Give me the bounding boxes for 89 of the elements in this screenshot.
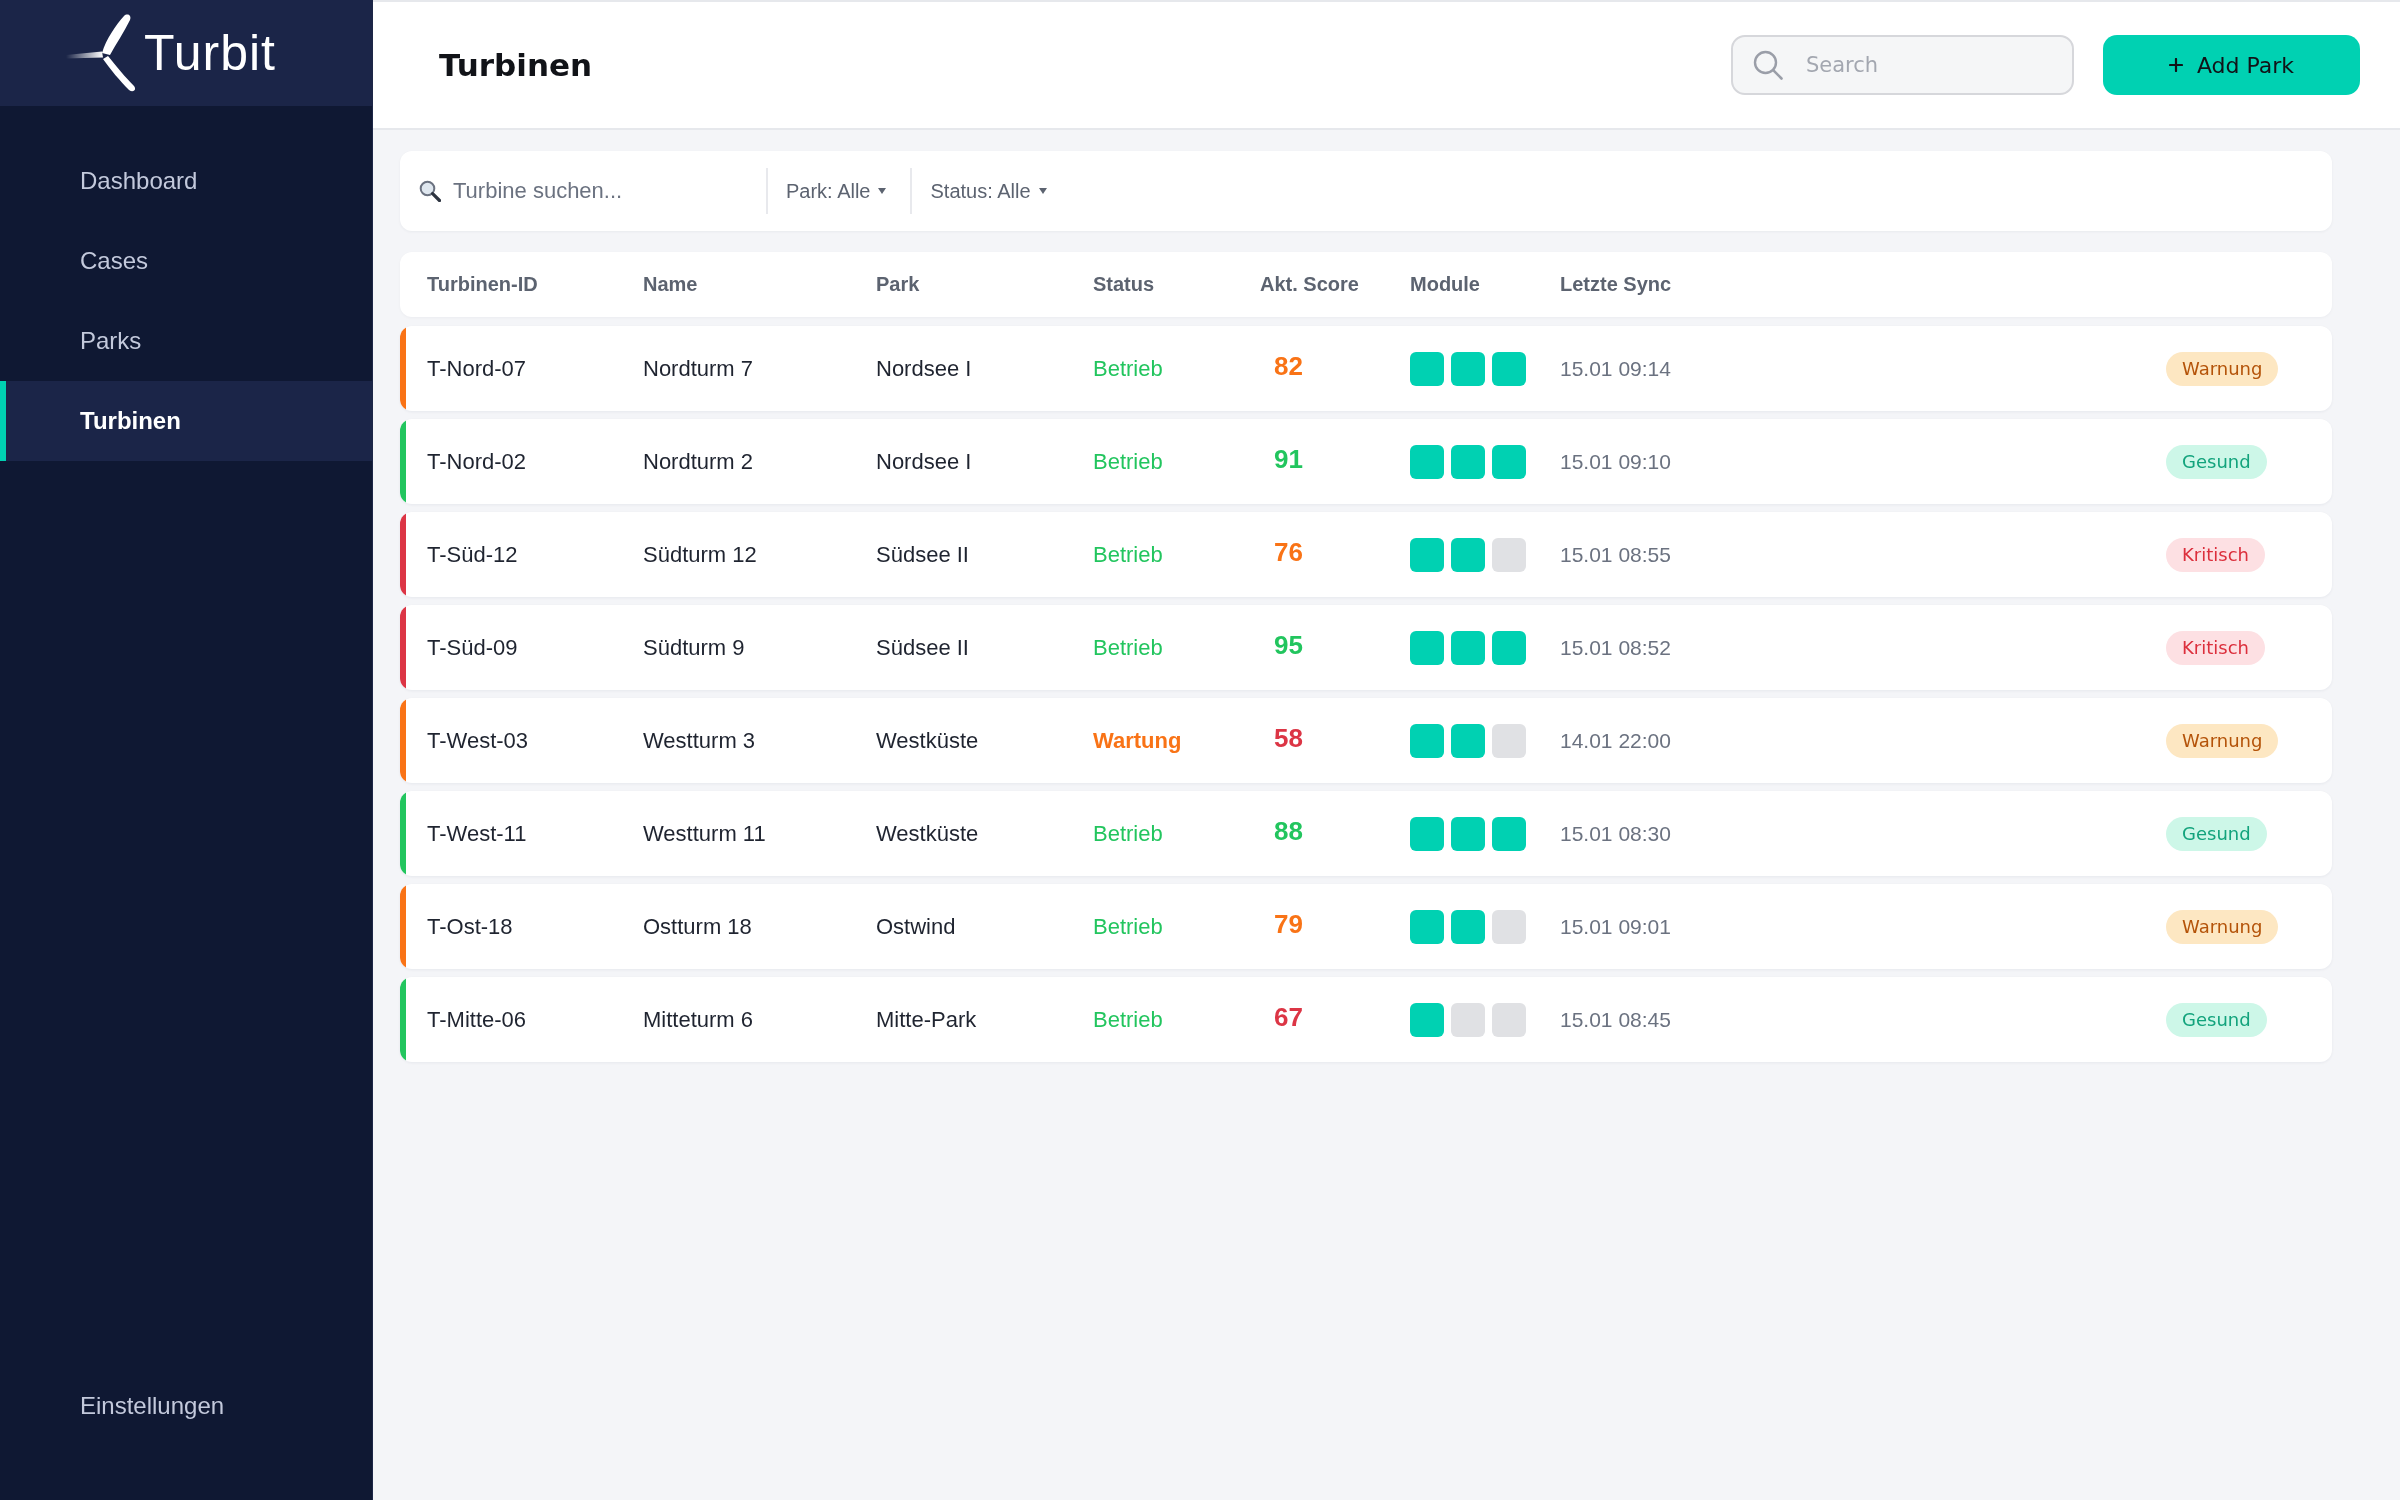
- filter-dropdown[interactable]: Park: Alle: [768, 151, 911, 231]
- nav-item[interactable]: Dashboard: [0, 141, 372, 221]
- column-header: Module: [1410, 273, 1480, 296]
- table-row[interactable]: T-Nord-07 Nordturm 7 Nordsee I Betrieb 82 15.01 09:14 Warnung: [400, 326, 2332, 411]
- column-header: Letzte Sync: [1560, 273, 1672, 296]
- status-text: Betrieb: [1093, 820, 1163, 847]
- health-badge: Warnung: [2166, 351, 2279, 386]
- table-cell: Mitteturm 6: [643, 1006, 754, 1033]
- column-header: Status: [1093, 273, 1155, 296]
- table-cell: Ostturm 18: [643, 913, 752, 940]
- table-row[interactable]: T-West-11 Westturm 11 Westküste Betrieb 88 15.01 08:30 Gesund: [400, 791, 2332, 876]
- health-badge: Warnung: [2166, 909, 2279, 944]
- status-text: Betrieb: [1093, 634, 1163, 661]
- search-icon: [1753, 50, 1783, 80]
- table-cell: 15.01 08:45: [1560, 1007, 1671, 1032]
- table-cell: T-Nord-02: [427, 448, 527, 475]
- table-cell: Südturm 12: [643, 541, 757, 568]
- table-cell: T-Nord-07: [427, 355, 527, 382]
- table-cell: Westturm 3: [643, 727, 756, 754]
- table-cell: Mitte-Park: [876, 1006, 977, 1033]
- score-value: 82: [1274, 351, 1303, 382]
- health-badge: Gesund: [2166, 816, 2267, 851]
- nav-item[interactable]: Einstellungen: [0, 1366, 372, 1446]
- nav-item[interactable]: Turbinen: [0, 381, 372, 461]
- table-cell: Westturm 11: [643, 820, 766, 847]
- search-field[interactable]: Search: [1731, 35, 2074, 95]
- score-value: 91: [1274, 444, 1303, 475]
- score-value: 67: [1274, 1002, 1303, 1033]
- status-text: Betrieb: [1093, 448, 1163, 475]
- table-cell: 15.01 09:14: [1560, 356, 1671, 381]
- column-header: Akt. Score: [1260, 273, 1359, 296]
- table-cell: Nordsee I: [876, 355, 972, 382]
- add-park-button[interactable]: Add Park: [2103, 35, 2360, 95]
- table-cell: Westküste: [876, 820, 979, 847]
- table-row[interactable]: T-West-03 Westturm 3 Westküste Wartung 58 14.01 22:00 Warnung: [400, 698, 2332, 783]
- caret-icon: [878, 188, 887, 194]
- table-cell: Südsee II: [876, 634, 969, 661]
- table-row[interactable]: T-Süd-09 Südturm 9 Südsee II Betrieb 95 15.01 08:52 Kritisch: [400, 605, 2332, 690]
- search-field[interactable]: Turbine suchen...: [400, 151, 766, 231]
- health-badge: Kritisch: [2166, 537, 2265, 572]
- status-text: Betrieb: [1093, 1006, 1163, 1033]
- status-text: Betrieb: [1093, 541, 1163, 568]
- nav-item[interactable]: Cases: [0, 221, 372, 301]
- table-cell: Westküste: [876, 727, 979, 754]
- plus-icon: [2168, 58, 2183, 72]
- filter-dropdown[interactable]: Status: Alle: [912, 151, 1071, 231]
- table-cell: Nordturm 2: [643, 448, 754, 475]
- column-header: Park: [876, 273, 920, 296]
- health-badge: Gesund: [2166, 444, 2267, 479]
- health-badge: Kritisch: [2166, 630, 2265, 665]
- table-cell: Südsee II: [876, 541, 969, 568]
- table-cell: 15.01 09:01: [1560, 914, 1671, 939]
- table-cell: T-West-11: [427, 820, 527, 847]
- table-cell: 15.01 08:55: [1560, 542, 1671, 567]
- table-cell: Südturm 9: [643, 634, 745, 661]
- table-row[interactable]: T-Nord-02 Nordturm 2 Nordsee I Betrieb 91 15.01 09:10 Gesund: [400, 419, 2332, 504]
- status-text: Wartung: [1093, 727, 1182, 754]
- score-value: 95: [1274, 630, 1303, 661]
- score-value: 76: [1274, 537, 1303, 568]
- table-cell: Ostwind: [876, 913, 956, 940]
- column-header: Name: [643, 273, 698, 296]
- table-cell: Nordturm 7: [643, 355, 754, 382]
- status-text: Betrieb: [1093, 913, 1163, 940]
- score-value: 88: [1274, 816, 1303, 847]
- table-cell: 15.01 08:52: [1560, 635, 1671, 660]
- score-value: 58: [1274, 723, 1303, 754]
- table-cell: T-West-03: [427, 727, 529, 754]
- logo-text: Turbit: [144, 28, 276, 78]
- caret-icon: [1038, 188, 1047, 194]
- nav-item[interactable]: Parks: [0, 301, 372, 381]
- score-value: 79: [1274, 909, 1303, 940]
- status-text: Betrieb: [1093, 355, 1163, 382]
- table-cell: T-Süd-12: [427, 541, 518, 568]
- page-title: Turbinen: [439, 47, 593, 83]
- wind-turbine-icon: [66, 13, 138, 93]
- health-badge: Gesund: [2166, 1002, 2267, 1037]
- table-cell: T-Süd-09: [427, 634, 518, 661]
- table-cell: 15.01 09:10: [1560, 449, 1671, 474]
- health-badge: Warnung: [2166, 723, 2279, 758]
- table-cell: T-Mitte-06: [427, 1006, 527, 1033]
- search-icon: [419, 180, 441, 202]
- table-row[interactable]: T-Ost-18 Ostturm 18 Ostwind Betrieb 79 15.01 09:01 Warnung: [400, 884, 2332, 969]
- table-cell: 15.01 08:30: [1560, 821, 1671, 846]
- table-row[interactable]: T-Süd-12 Südturm 12 Südsee II Betrieb 76 15.01 08:55 Kritisch: [400, 512, 2332, 597]
- table-cell: T-Ost-18: [427, 913, 513, 940]
- table-cell: 14.01 22:00: [1560, 728, 1671, 753]
- table-cell: Nordsee I: [876, 448, 972, 475]
- table-row[interactable]: T-Mitte-06 Mitteturm 6 Mitte-Park Betrieb 67 15.01 08:45 Gesund: [400, 977, 2332, 1062]
- column-header: Turbinen-ID: [427, 273, 538, 296]
